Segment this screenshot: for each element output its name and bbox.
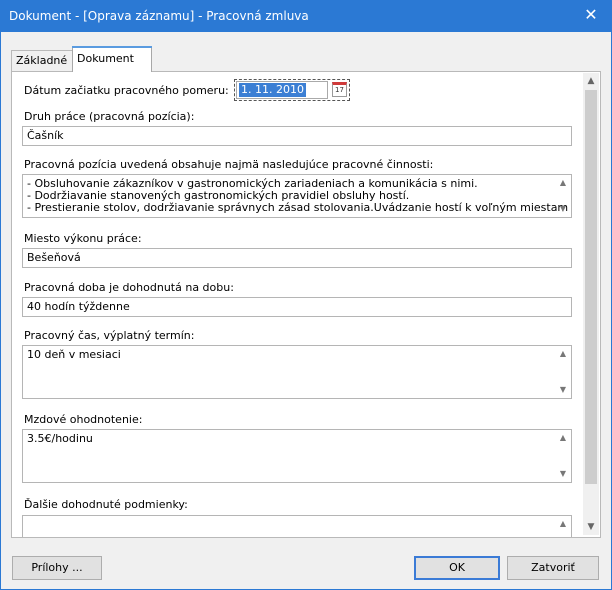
job-type-label: Druh práce (pracovná pozícia):: [24, 110, 195, 123]
scroll-up-icon[interactable]: ▲: [556, 177, 570, 189]
scroll-up-icon[interactable]: ▲: [556, 518, 570, 530]
work-time-scrollbar[interactable]: ▲ ▼: [556, 347, 570, 397]
ok-button[interactable]: OK: [414, 556, 500, 580]
panel-scrollbar[interactable]: ▲ ▼: [583, 73, 599, 535]
other-scrollbar[interactable]: ▲: [556, 517, 570, 537]
activities-textarea[interactable]: - Obsluhovanie zákazníkov v gastronomick…: [22, 174, 572, 218]
wage-label: Mzdové ohodnotenie:: [24, 413, 143, 426]
title-bar[interactable]: Dokument - [Oprava záznamu] - Pracovná z…: [1, 1, 611, 32]
date-start-field[interactable]: 1. 11. 2010: [236, 81, 328, 99]
scroll-down-icon[interactable]: ▼: [556, 384, 570, 396]
dokument-panel: Dátum začiatku pracovného pomeru: 1. 11.…: [11, 71, 601, 538]
other-textarea[interactable]: ▲: [22, 515, 572, 537]
job-type-field[interactable]: Čašník: [22, 126, 572, 146]
tab-dokument[interactable]: Dokument: [72, 46, 152, 72]
close-icon[interactable]: ✕: [581, 5, 601, 25]
date-start-label: Dátum začiatku pracovného pomeru:: [24, 84, 229, 97]
other-label: Ďalšie dohodnuté podmienky:: [24, 498, 188, 511]
wage-value: 3.5€/hodinu: [27, 432, 93, 445]
place-field[interactable]: Bešeňová: [22, 248, 572, 268]
activities-label: Pracovná pozícia uvedená obsahuje najmä …: [24, 158, 434, 171]
work-time-textarea[interactable]: 10 deň v mesiaci ▲ ▼: [22, 345, 572, 399]
scroll-down-icon[interactable]: ▼: [556, 468, 570, 480]
activities-scrollbar[interactable]: ▲ ▼: [556, 176, 570, 216]
wage-scrollbar[interactable]: ▲ ▼: [556, 431, 570, 481]
scroll-down-icon[interactable]: ▼: [556, 203, 570, 215]
work-time-label: Pracovný čas, výplatný termín:: [24, 329, 195, 342]
tab-zakladne[interactable]: Základné: [11, 50, 73, 71]
scroll-up-icon[interactable]: ▲: [556, 432, 570, 444]
dialog-window: Dokument - [Oprava záznamu] - Pracovná z…: [0, 0, 612, 590]
date-start-focus: 1. 11. 2010 17: [234, 79, 350, 101]
work-time-value: 10 deň v mesiaci: [27, 348, 121, 361]
scroll-thumb[interactable]: [585, 90, 597, 484]
scroll-up-icon[interactable]: ▲: [583, 73, 599, 89]
place-label: Miesto výkonu práce:: [24, 232, 142, 245]
date-start-value: 1. 11. 2010: [239, 83, 306, 97]
duration-field[interactable]: 40 hodín týždenne: [22, 297, 572, 317]
button-bar: Prílohy ... OK Zatvoriť: [1, 546, 611, 589]
window-title: Dokument - [Oprava záznamu] - Pracovná z…: [9, 9, 309, 23]
scroll-down-icon[interactable]: ▼: [583, 519, 599, 535]
scroll-up-icon[interactable]: ▲: [556, 348, 570, 360]
attachments-button[interactable]: Prílohy ...: [12, 556, 102, 580]
close-button[interactable]: Zatvoriť: [507, 556, 599, 580]
duration-label: Pracovná doba je dohodnutá na dobu:: [24, 281, 234, 294]
wage-textarea[interactable]: 3.5€/hodinu ▲ ▼: [22, 429, 572, 483]
activities-line: - Prestieranie stolov, dodržiavanie sprá…: [27, 201, 572, 214]
calendar-icon[interactable]: 17: [332, 82, 347, 97]
